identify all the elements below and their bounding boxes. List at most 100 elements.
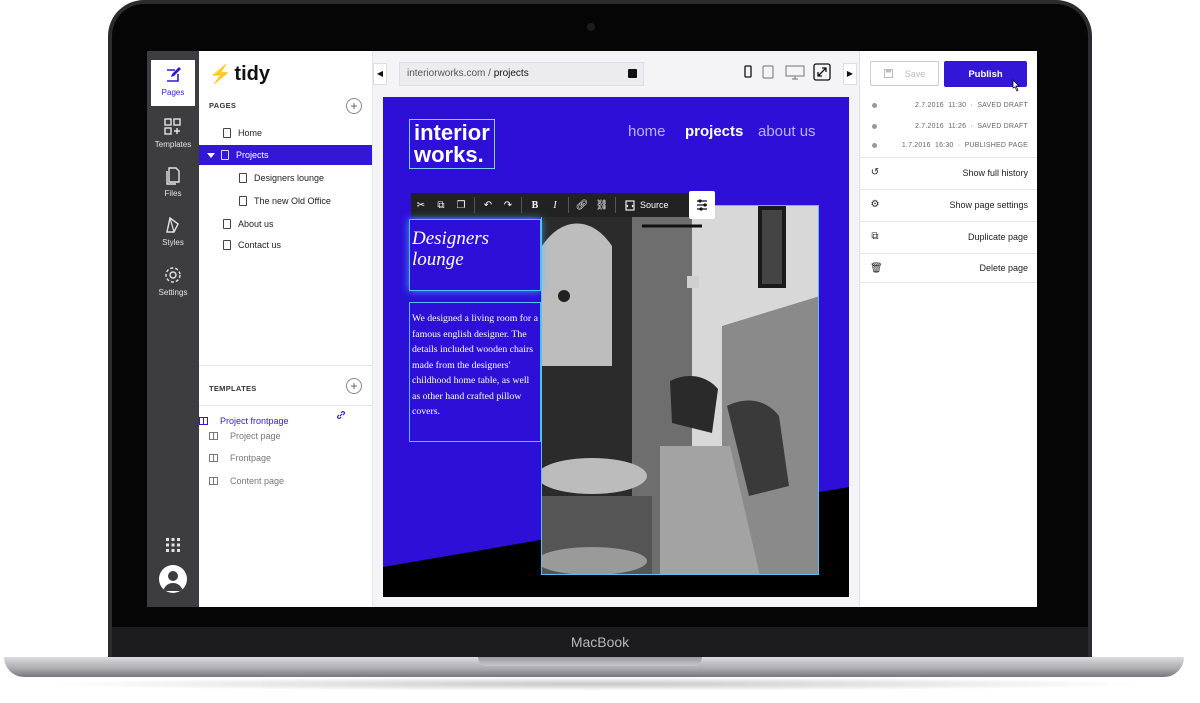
site-preview: interior works. home projects about us ✂… — [383, 97, 849, 597]
sliders-icon — [697, 199, 707, 211]
tree-item-contact-us[interactable]: Contact us — [199, 235, 372, 255]
floppy-icon — [883, 69, 893, 78]
template-item-label: Project frontpage — [220, 415, 289, 426]
rail-item-templates[interactable]: Templates — [151, 112, 195, 158]
document-icon — [221, 150, 229, 160]
redo-icon[interactable]: ↷ — [498, 200, 518, 211]
project-photo[interactable] — [541, 205, 819, 575]
link-icon[interactable]: 🔗︎ — [572, 200, 592, 211]
tree-item-about-us[interactable]: About us — [199, 214, 372, 234]
room-photo-illustration — [542, 206, 818, 574]
paragraph-block[interactable]: We designed a living room for a famous e… — [409, 302, 541, 442]
tree-item-projects[interactable]: Projects — [199, 145, 372, 165]
link-icon[interactable] — [336, 410, 346, 420]
address-bar[interactable]: interiorworks.com / projects — [399, 62, 644, 86]
history-entry: 2.7.2016 11:26 · SAVED DRAFT — [860, 118, 1037, 134]
laptop-shadow — [40, 677, 1150, 691]
tree-item-home[interactable]: Home — [199, 123, 372, 143]
template-item-content-page[interactable]: Content page — [209, 472, 369, 490]
show-full-history-button[interactable]: ↺ Show full history — [860, 157, 1037, 187]
template-item-label: Project page — [230, 431, 281, 441]
caret-down-icon[interactable] — [207, 152, 215, 158]
tree-item-label: Contact us — [238, 240, 282, 250]
bold-icon[interactable]: B — [525, 200, 545, 211]
toolbar-separator — [568, 197, 569, 213]
delete-page-button[interactable]: 🗑︎ Delete page — [860, 253, 1037, 283]
action-label: Delete page — [979, 263, 1028, 273]
site-nav-about[interactable]: about us — [758, 123, 816, 140]
action-label: Show page settings — [949, 199, 1028, 210]
tree-item-label: About us — [238, 219, 274, 229]
history-status: PUBLISHED PAGE — [964, 141, 1028, 149]
show-page-settings-button[interactable]: ⚙ Show page settings — [860, 189, 1037, 219]
unlink-icon[interactable]: ⛓︎ — [592, 200, 612, 211]
tree-item-designers-lounge[interactable]: Designers lounge — [199, 168, 372, 188]
layout-icon — [199, 416, 208, 425]
site-logo[interactable]: interior works. — [409, 119, 495, 169]
toolbar-separator — [474, 197, 475, 213]
tree-item-new-old-office[interactable]: The new Old Office — [199, 191, 372, 211]
rail-item-files[interactable]: Files — [151, 161, 195, 207]
add-page-button[interactable]: + — [346, 98, 362, 114]
layout-icon — [209, 454, 218, 462]
publish-panel: Save Publish 2.7.2016 11:30 · SAVED DRAF… — [859, 51, 1037, 607]
layout-icon — [209, 432, 218, 440]
avatar[interactable] — [159, 565, 187, 593]
site-nav-home[interactable]: home — [628, 123, 666, 140]
mobile-view-icon[interactable] — [744, 65, 752, 78]
block-settings-button[interactable] — [689, 191, 715, 219]
history-date: 2.7.2016 — [915, 101, 944, 109]
layout-icon — [209, 477, 218, 485]
rail-item-label: Files — [164, 189, 182, 198]
icon-rail: Pages Templates Files Styles Settings — [147, 51, 199, 607]
template-item-frontpage[interactable]: Frontpage — [209, 449, 369, 467]
history-entry: 1.7.2016 16:30 · PUBLISHED PAGE — [860, 137, 1037, 153]
source-label: Source — [640, 200, 669, 210]
rail-item-label: Pages — [161, 88, 185, 97]
cut-icon[interactable]: ✂ — [411, 200, 431, 211]
tree-item-label: Home — [238, 128, 263, 138]
rail-item-label: Settings — [158, 288, 188, 297]
template-item-label: Content page — [230, 476, 285, 486]
logo-text: tidy — [234, 63, 270, 85]
collapse-left-button[interactable]: ◀ — [373, 63, 387, 85]
app-logo: ⚡ tidy — [209, 63, 270, 86]
rail-item-settings[interactable]: Settings — [151, 260, 195, 306]
site-nav-projects[interactable]: projects — [685, 123, 743, 140]
save-button[interactable]: Save — [870, 61, 939, 86]
duplicate-page-button[interactable]: ⧉ Duplicate page — [860, 221, 1037, 251]
toolbar-separator — [521, 197, 522, 213]
desktop-view-icon[interactable] — [785, 65, 805, 80]
address-path: projects — [493, 68, 529, 79]
rail-item-pages[interactable]: Pages — [151, 60, 195, 106]
template-item-project-page[interactable]: Project page — [209, 427, 369, 445]
copy-icon[interactable]: ⧉ — [431, 200, 451, 211]
undo-icon[interactable]: ↶ — [478, 200, 498, 211]
editor-canvas: ◀ interiorworks.com / projects ▶ interio… — [373, 51, 859, 607]
trash-icon: 🗑︎ — [870, 262, 883, 274]
tree-item-label: Designers lounge — [254, 173, 325, 183]
address-domain: interiorworks.com / — [407, 68, 494, 79]
history-time: 11:26 — [948, 122, 967, 130]
camera-icon — [587, 23, 595, 31]
pages-section-title: PAGES — [209, 101, 237, 110]
source-button[interactable]: Source — [625, 199, 669, 211]
fullscreen-icon[interactable] — [813, 63, 831, 81]
publish-label: Publish — [968, 68, 1003, 80]
paste-icon[interactable]: ❐ — [451, 200, 471, 211]
collapse-right-button[interactable]: ▶ — [843, 63, 857, 85]
app-screen: Pages Templates Files Styles Settings ⚡ … — [147, 51, 1037, 607]
toolbar-separator — [615, 197, 616, 213]
tablet-view-icon[interactable] — [762, 65, 774, 79]
rail-item-styles[interactable]: Styles — [151, 210, 195, 256]
history-date: 2.7.2016 — [915, 122, 944, 130]
history-status: SAVED DRAFT — [977, 122, 1028, 130]
document-icon — [239, 196, 247, 206]
italic-icon[interactable]: I — [545, 200, 565, 211]
add-template-button[interactable]: + — [346, 378, 362, 394]
heading-block[interactable]: Designers lounge — [409, 219, 541, 291]
history-status: SAVED DRAFT — [977, 101, 1028, 109]
external-link-icon[interactable] — [628, 69, 637, 78]
gear-icon: ⚙ — [870, 199, 880, 210]
apps-grid-icon[interactable] — [163, 535, 183, 555]
